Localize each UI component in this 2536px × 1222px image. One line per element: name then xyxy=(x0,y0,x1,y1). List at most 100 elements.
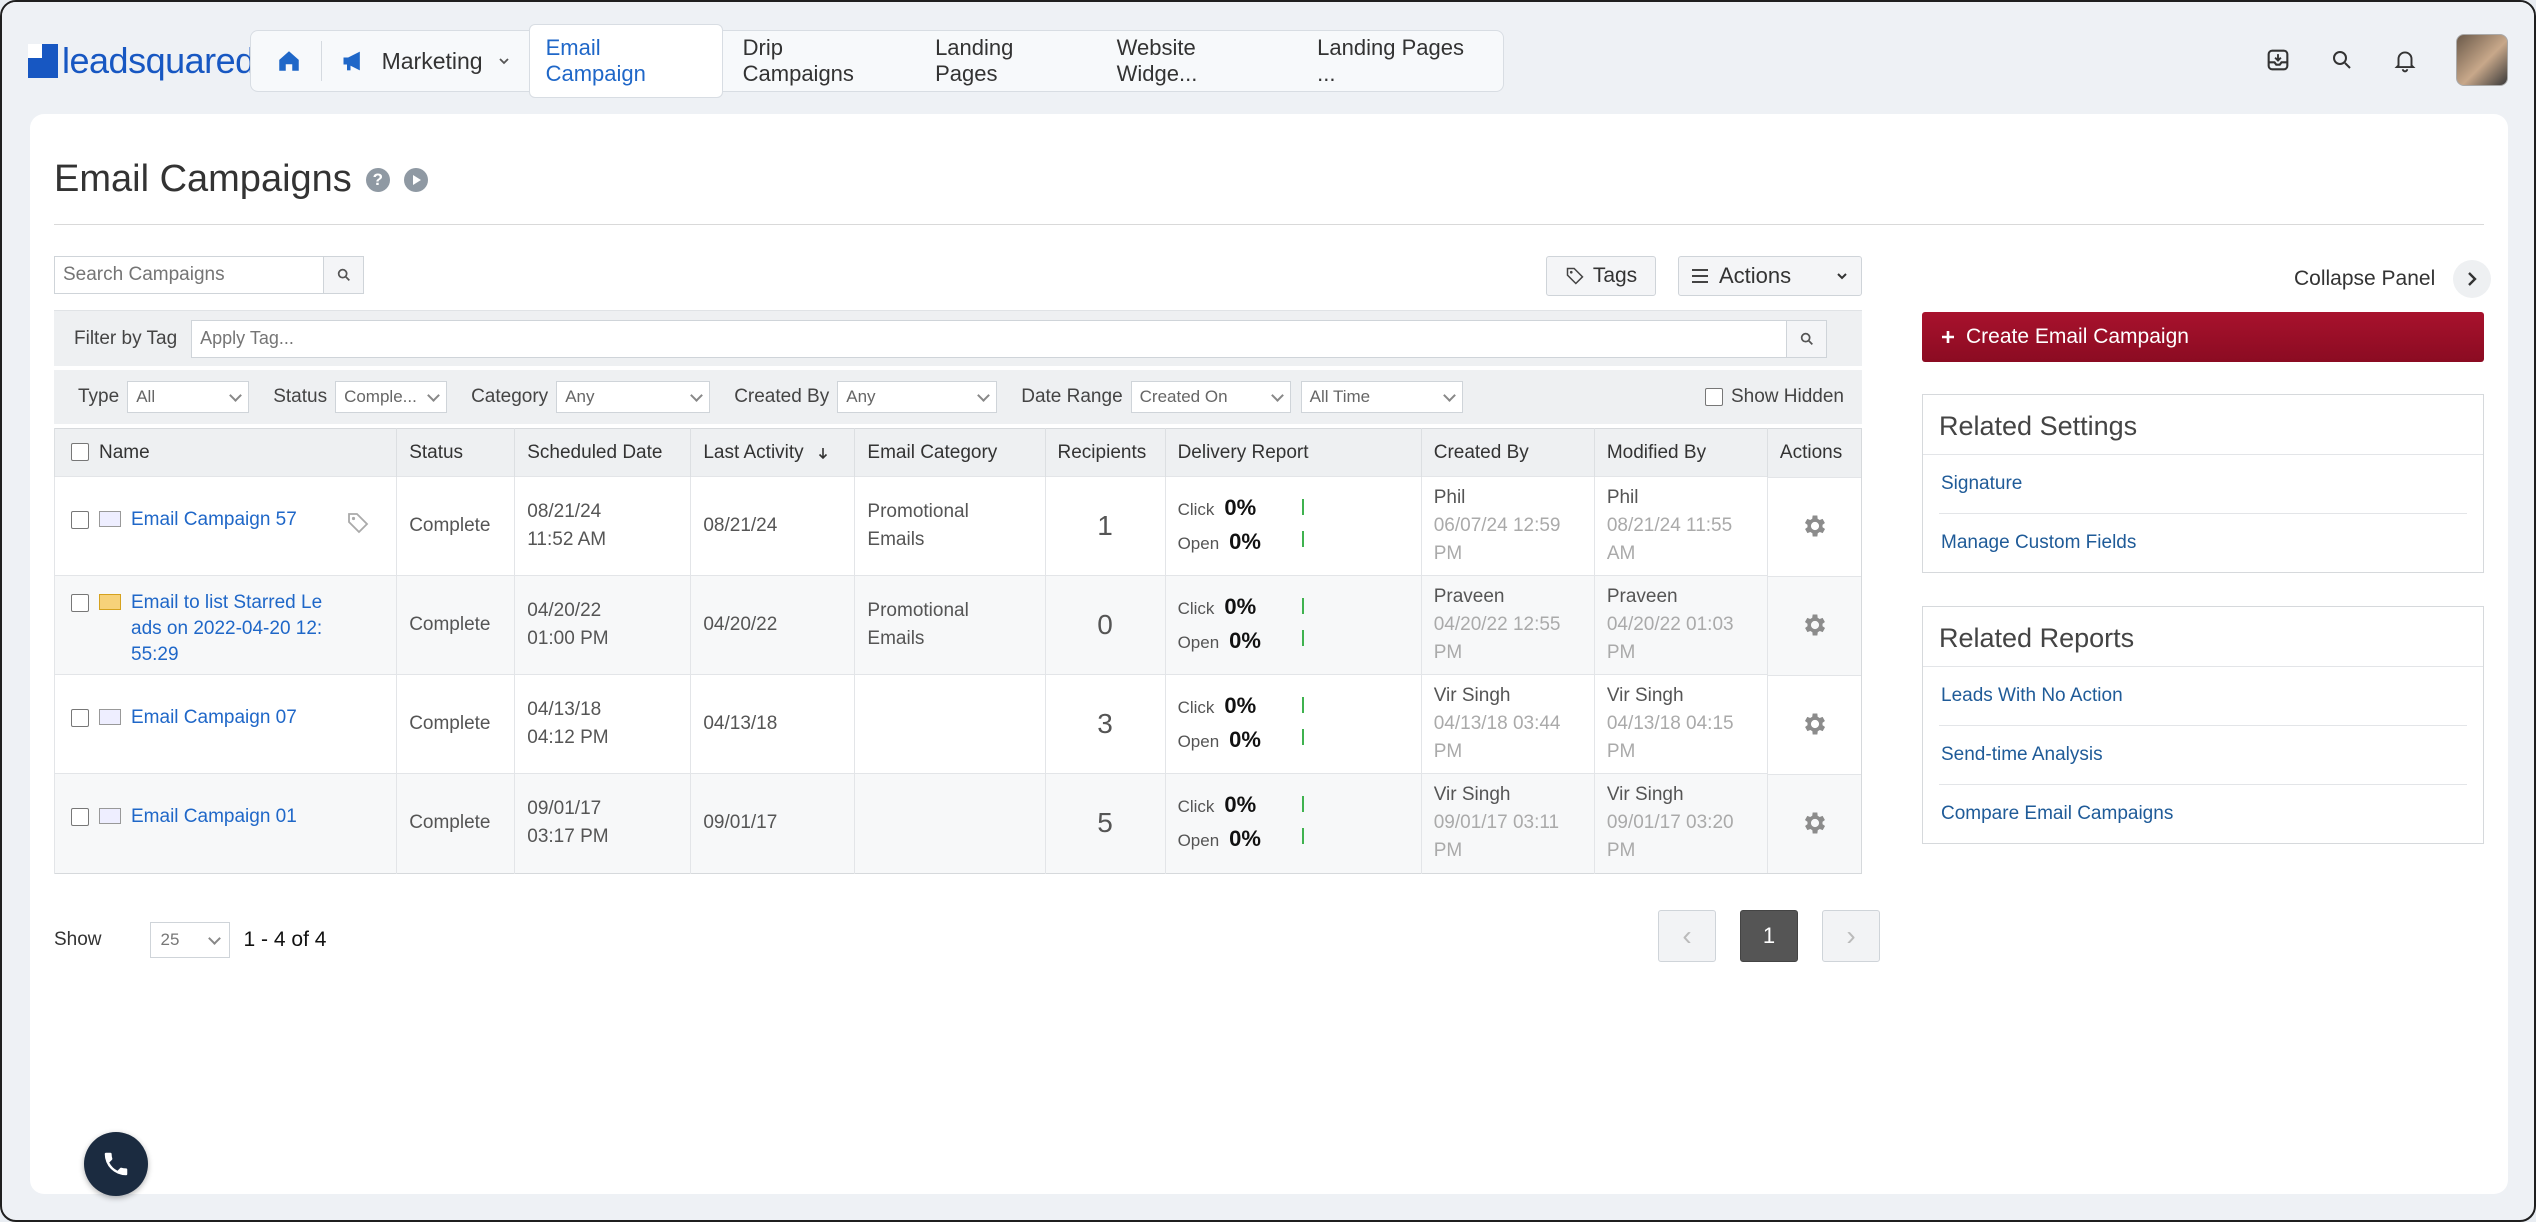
scheduled-date-cell: 08/21/24 11:52 AM xyxy=(514,476,691,576)
actions-label: Actions xyxy=(1719,263,1792,288)
module-switcher[interactable]: Marketing xyxy=(334,47,525,75)
campaign-link[interactable]: Email Campaign 01 xyxy=(131,804,297,830)
campaigns-table: Name Status Scheduled Date Last Activity… xyxy=(53,428,1862,874)
link-manage-custom-fields[interactable]: Manage Custom Fields xyxy=(1939,514,2467,572)
table-row: Email to list Starred Le ads on 2022-04-2… xyxy=(53,575,1862,675)
collapse-panel-label: Collapse Panel xyxy=(2294,267,2436,290)
col-name[interactable]: Name xyxy=(53,428,397,477)
actions-cell xyxy=(1767,773,1861,873)
col-delivery-report[interactable]: Delivery Report xyxy=(1164,428,1422,477)
category-line1: Promotional xyxy=(867,501,969,522)
open-rate: 0% xyxy=(1229,727,1261,752)
tag-icon[interactable] xyxy=(346,511,370,535)
row-checkbox[interactable] xyxy=(71,511,89,529)
created-by-select[interactable]: Any xyxy=(837,381,998,413)
select-all-checkbox[interactable] xyxy=(71,443,89,462)
delivery-report-cell: Click 0% Open 0% xyxy=(1164,773,1422,873)
page-size-select[interactable]: 25 xyxy=(149,922,230,958)
col-last-activity-label: Last Activity xyxy=(703,441,804,463)
name-line3: 55:29 xyxy=(131,644,179,665)
next-page-button[interactable]: › xyxy=(1822,910,1880,962)
campaign-link[interactable]: Email to list Starred Le ads on 2022-04-2… xyxy=(131,590,322,668)
play-icon xyxy=(412,174,421,185)
gear-icon[interactable] xyxy=(1801,809,1829,837)
campaign-link[interactable]: Email Campaign 07 xyxy=(131,705,297,731)
user-avatar[interactable] xyxy=(2456,34,2508,86)
modified-by-name: Praveen xyxy=(1606,586,1678,607)
row-checkbox[interactable] xyxy=(71,808,89,826)
home-button[interactable] xyxy=(265,38,313,84)
modified-at: 09/01/17 03:20 xyxy=(1606,812,1734,834)
col-recipients[interactable]: Recipients xyxy=(1044,428,1166,477)
category-cell: Promotional Emails xyxy=(854,476,1046,576)
table-row: Email Campaign 01 Complete 09/01/17 03:17… xyxy=(53,773,1862,873)
col-status[interactable]: Status xyxy=(396,428,515,477)
prev-page-button[interactable]: ‹ xyxy=(1658,910,1716,962)
date-range-select[interactable]: All Time xyxy=(1300,381,1463,413)
actions-cell xyxy=(1767,674,1861,774)
link-compare-email-campaigns[interactable]: Compare Email Campaigns xyxy=(1939,785,2467,843)
show-hidden-label: Show Hidden xyxy=(1730,386,1844,407)
last-activity-cell: 04/20/22 xyxy=(690,575,855,675)
gear-icon[interactable] xyxy=(1801,512,1829,540)
link-send-time-analysis[interactable]: Send-time Analysis xyxy=(1939,726,2467,785)
campaign-name-cell: Email Campaign 01 xyxy=(71,804,396,830)
brand-logo[interactable]: leadsquared xyxy=(28,40,255,82)
sched-time: 04:12 PM xyxy=(527,727,609,748)
show-hidden-toggle[interactable]: Show Hidden xyxy=(1704,386,1844,408)
help-icon[interactable]: ? xyxy=(365,167,390,192)
apply-tag-input[interactable] xyxy=(192,320,1787,357)
tab-drip-campaigns[interactable]: Drip Campaigns xyxy=(727,25,915,97)
gear-icon[interactable] xyxy=(1801,710,1829,738)
open-label: Open xyxy=(1177,534,1220,553)
actions-dropdown[interactable]: Actions xyxy=(1678,256,1862,296)
link-leads-with-no-action[interactable]: Leads With No Action xyxy=(1939,667,2467,726)
collapse-panel[interactable]: Collapse Panel xyxy=(2294,260,2492,298)
campaign-link[interactable]: Email Campaign 57 xyxy=(131,507,297,533)
date-field-select[interactable]: Created On xyxy=(1130,381,1291,413)
row-checkbox[interactable] xyxy=(71,709,89,727)
row-checkbox[interactable] xyxy=(71,594,89,612)
type-select[interactable]: All xyxy=(127,381,250,413)
inbox-icon[interactable] xyxy=(2264,46,2292,74)
open-label: Open xyxy=(1177,831,1220,851)
col-created-by[interactable]: Created By xyxy=(1420,428,1595,477)
col-scheduled-date[interactable]: Scheduled Date xyxy=(514,428,691,477)
tags-button[interactable]: Tags xyxy=(1546,256,1656,296)
tag-icon xyxy=(1566,267,1584,285)
link-signature[interactable]: Signature xyxy=(1939,455,2467,514)
sched-date: 09/01/17 xyxy=(527,798,602,820)
phone-call-button[interactable] xyxy=(84,1132,148,1196)
col-last-activity[interactable]: Last Activity xyxy=(690,428,855,477)
page-button-current[interactable]: 1 xyxy=(1740,910,1798,962)
create-email-campaign-button[interactable]: Create Email Campaign xyxy=(1922,312,2484,362)
play-video-icon[interactable] xyxy=(403,167,428,192)
tab-email-campaign[interactable]: Email Campaign xyxy=(528,24,723,98)
status-select[interactable]: Comple... xyxy=(335,381,448,413)
modified-by-cell: Vir Singh 04/13/18 04:15 PM xyxy=(1593,674,1768,774)
chevron-right-icon xyxy=(2468,272,2477,286)
show-hidden-checkbox[interactable] xyxy=(1704,388,1723,406)
gear-icon[interactable] xyxy=(1801,611,1829,639)
category-select[interactable]: Any xyxy=(556,381,711,413)
logo-mark-icon xyxy=(28,44,58,78)
collapse-panel-button[interactable] xyxy=(2453,260,2492,298)
chevron-down-icon xyxy=(1270,388,1284,402)
tab-website-widgets[interactable]: Website Widge... xyxy=(1101,25,1298,97)
tab-landing-pages[interactable]: Landing Pages xyxy=(919,25,1097,97)
bell-icon[interactable] xyxy=(2392,47,2418,73)
search-icon[interactable] xyxy=(2330,48,2354,72)
search-icon xyxy=(337,268,350,281)
sched-time: 01:00 PM xyxy=(527,628,609,649)
status-label: Status xyxy=(273,386,328,407)
delivery-report-cell: Click 0% Open 0% xyxy=(1164,575,1422,675)
delivery-report-cell: Click 0% Open 0% xyxy=(1164,674,1422,774)
tab-landing-pages-more[interactable]: Landing Pages ... xyxy=(1301,25,1503,97)
module-label: Marketing xyxy=(381,47,483,74)
tag-search-button[interactable] xyxy=(1786,320,1827,357)
search-button[interactable] xyxy=(323,257,363,293)
col-email-category[interactable]: Email Category xyxy=(854,428,1046,477)
col-modified-by[interactable]: Modified By xyxy=(1593,428,1768,477)
search-input[interactable] xyxy=(55,257,323,293)
chevron-down-icon xyxy=(977,388,991,402)
